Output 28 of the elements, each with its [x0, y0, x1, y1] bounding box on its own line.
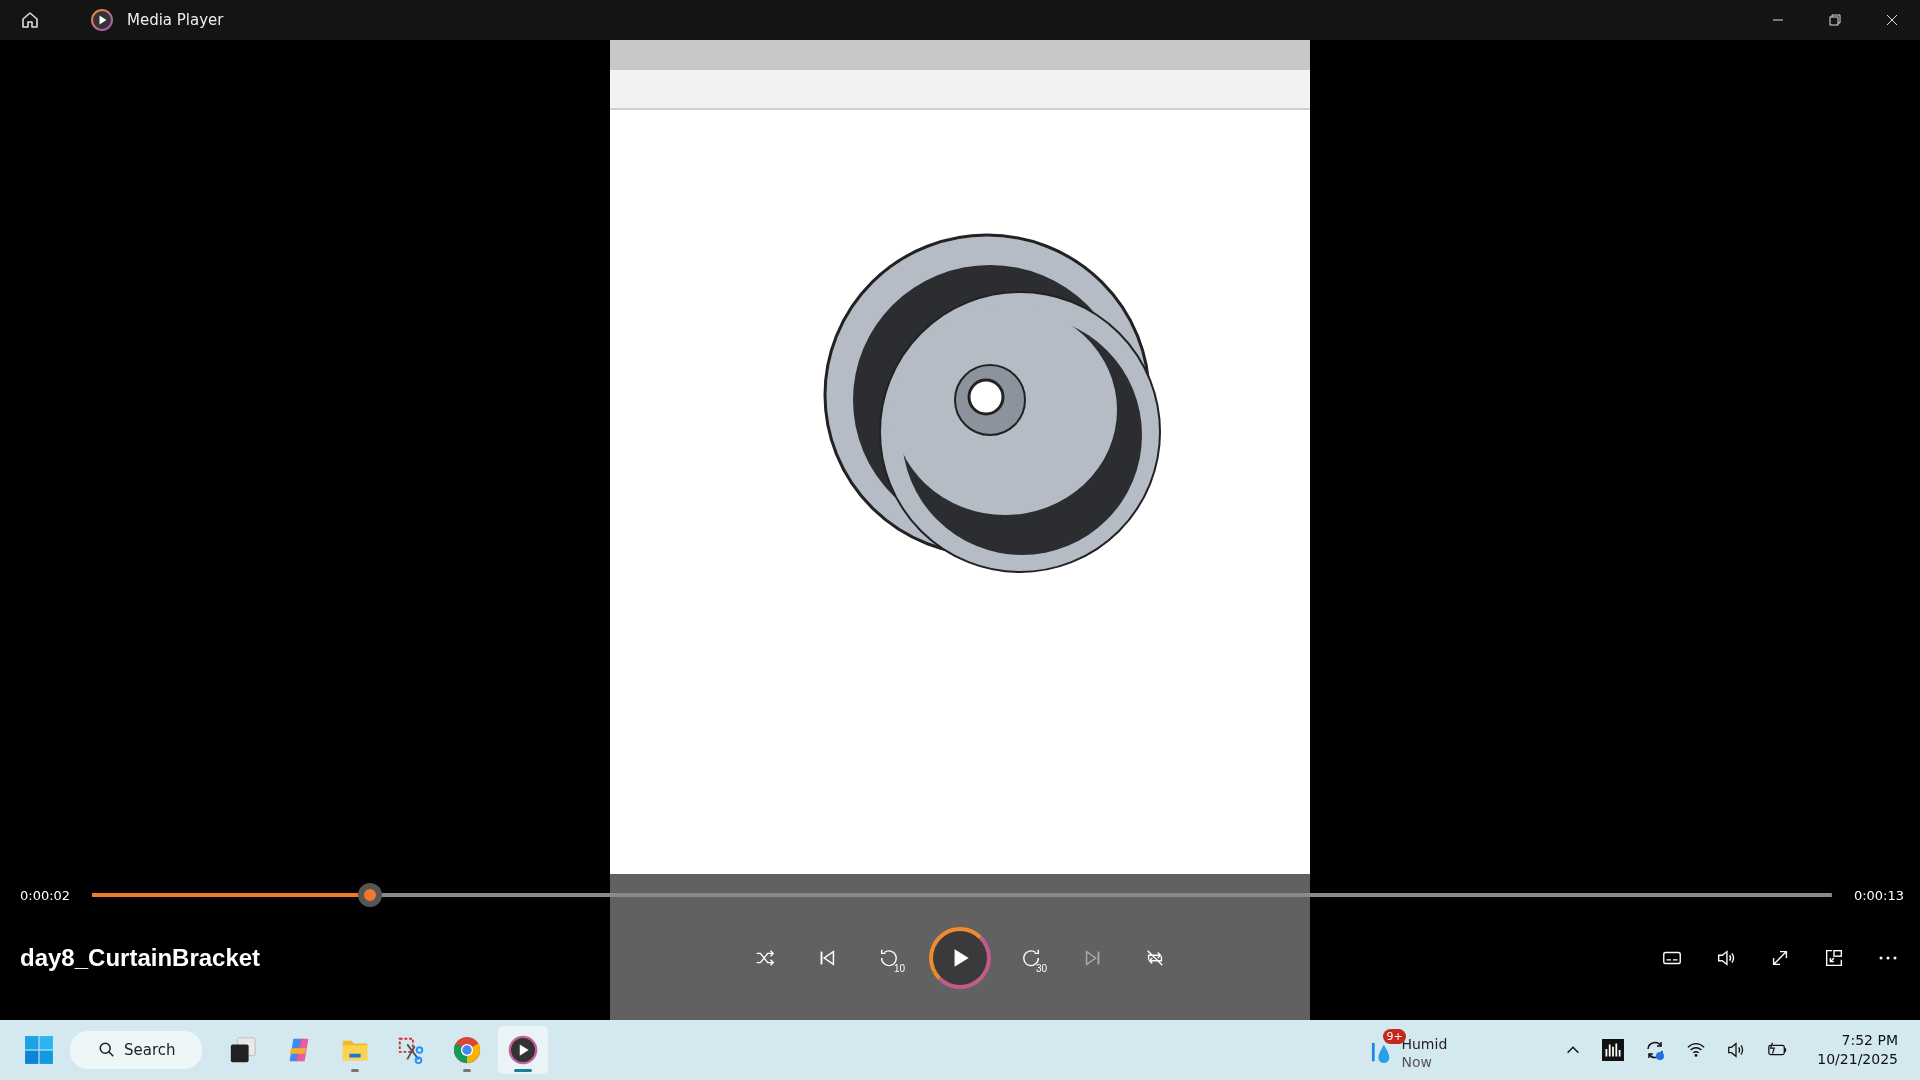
- close-icon: [1885, 14, 1898, 26]
- clock-date: 10/21/2025: [1817, 1050, 1898, 1069]
- restore-icon: [1828, 14, 1841, 26]
- total-time: 0:00:13: [1853, 887, 1904, 903]
- sync-icon[interactable]: [1644, 1039, 1667, 1061]
- window-title: Media Player: [127, 11, 224, 29]
- skip-forward-button[interactable]: 30: [1009, 936, 1053, 980]
- mini-player-icon: [1823, 947, 1845, 969]
- taskbar-app[interactable]: [497, 1026, 548, 1074]
- wifi-icon[interactable]: [1686, 1040, 1707, 1060]
- search-field[interactable]: Search: [70, 1031, 202, 1069]
- elapsed-time: 0:00:02: [20, 887, 71, 903]
- app-logo-icon: [91, 9, 113, 31]
- media-title: day8_CurtainBracket: [20, 944, 261, 972]
- search-icon: [98, 1041, 116, 1059]
- start-icon[interactable]: [24, 1035, 54, 1065]
- seek-handle[interactable]: [358, 883, 383, 907]
- more-icon: [1879, 956, 1897, 960]
- volume-icon: [1715, 947, 1737, 969]
- play-logo-icon: [507, 1035, 538, 1065]
- home-icon[interactable]: [20, 10, 40, 30]
- browser-logo-icon: [451, 1035, 482, 1065]
- skip-back-button[interactable]: 10: [867, 936, 911, 980]
- search-placeholder: Search: [124, 1041, 176, 1059]
- weather-time: Now: [1401, 1053, 1433, 1071]
- clock-time: 7:52 PM: [1841, 1031, 1898, 1050]
- bar-chart-icon[interactable]: [1602, 1039, 1625, 1061]
- clock[interactable]: 7:52 PM 10/21/2025: [1817, 1031, 1898, 1069]
